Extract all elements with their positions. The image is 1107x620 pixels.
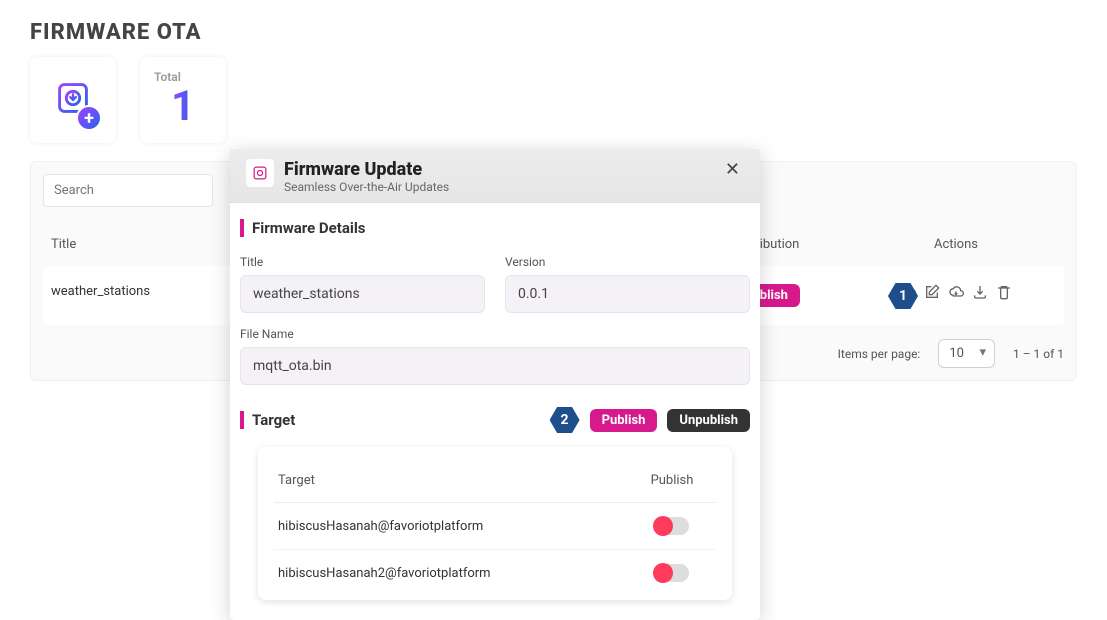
trash-icon[interactable] — [996, 284, 1012, 300]
pager-items-label: Items per page: — [838, 347, 921, 361]
version-field[interactable] — [505, 275, 750, 313]
edit-icon[interactable] — [924, 284, 940, 300]
close-icon[interactable]: ✕ — [721, 159, 744, 180]
publish-button[interactable]: Publish — [590, 409, 658, 432]
firmware-update-modal: Firmware Update Seamless Over-the-Air Up… — [230, 149, 760, 620]
section-target: Target — [240, 411, 295, 429]
page-title: FIRMWARE OTA — [30, 20, 1077, 45]
inner-col-publish: Publish — [632, 473, 712, 488]
total-card: Total 1 — [140, 57, 226, 143]
title-label: Title — [240, 255, 485, 269]
target-table: Target Publish hibiscusHasanah@favoriotp… — [258, 447, 732, 600]
publish-toggle[interactable] — [655, 564, 689, 582]
pager-range: 1 – 1 of 1 — [1013, 347, 1064, 361]
add-firmware-card[interactable]: + — [30, 57, 116, 143]
plus-icon: + — [76, 105, 102, 131]
unpublish-button[interactable]: Unpublish — [667, 409, 750, 432]
target-name: hibiscusHasanah@favoriotplatform — [278, 519, 632, 534]
version-label: Version — [505, 255, 750, 269]
publish-toggle[interactable] — [655, 517, 689, 535]
cloud-down-icon[interactable] — [948, 284, 964, 300]
list-item: hibiscusHasanah2@favoriotplatform — [274, 550, 716, 596]
modal-subtitle: Seamless Over-the-Air Updates — [284, 180, 449, 194]
modal-title: Firmware Update — [284, 159, 449, 180]
title-field[interactable] — [240, 275, 485, 313]
filename-field[interactable] — [240, 347, 750, 385]
chip-icon — [246, 159, 274, 187]
target-name: hibiscusHasanah2@favoriotplatform — [278, 566, 632, 581]
section-firmware-details: Firmware Details — [240, 219, 750, 237]
download-icon[interactable] — [972, 284, 988, 300]
search-input[interactable] — [43, 174, 213, 207]
filename-label: File Name — [240, 327, 750, 341]
total-value: 1 — [171, 82, 195, 131]
inner-col-target: Target — [278, 473, 632, 488]
list-item: hibiscusHasanah@favoriotplatform — [274, 503, 716, 550]
col-header-actions: Actions — [856, 237, 1056, 252]
callout-2: 2 — [550, 407, 580, 433]
pager-per-page-select[interactable]: 10 — [938, 339, 995, 368]
